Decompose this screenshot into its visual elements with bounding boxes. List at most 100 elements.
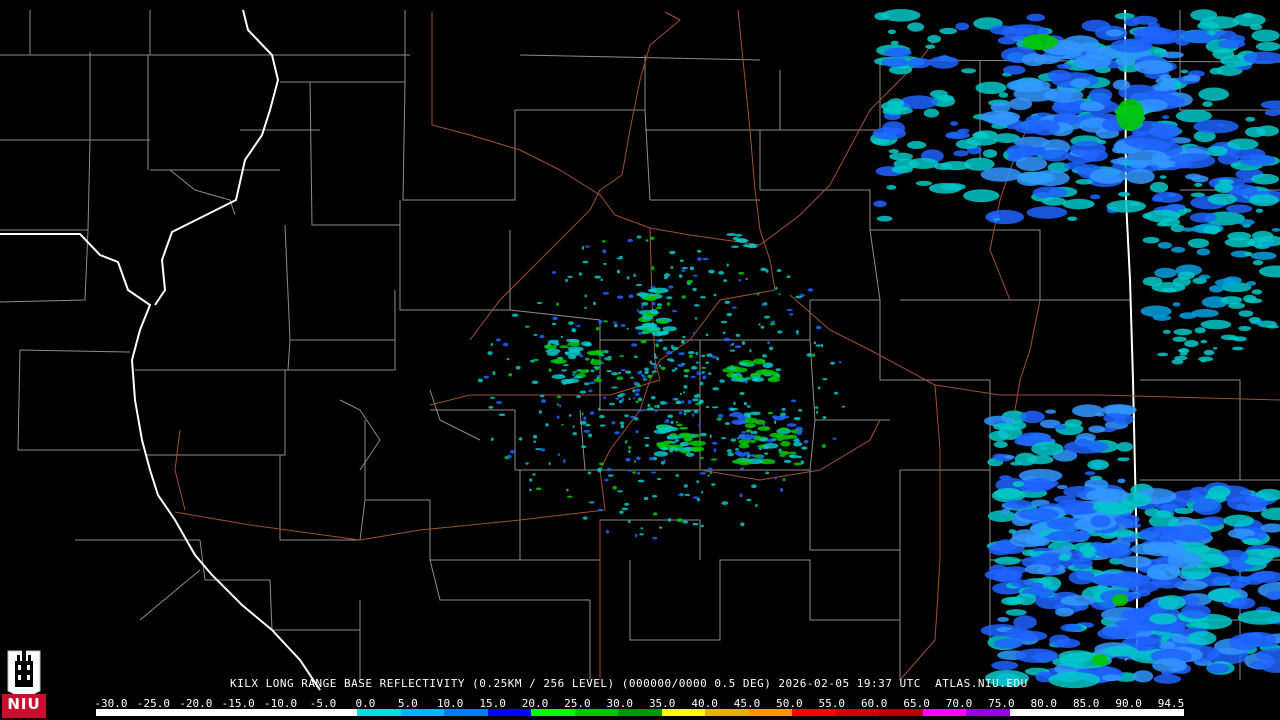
echo-blob bbox=[1063, 161, 1088, 170]
echo-blob bbox=[681, 269, 686, 273]
echo-blob bbox=[993, 638, 1023, 649]
echo-blob bbox=[961, 68, 977, 74]
echo-blob bbox=[705, 406, 710, 409]
echo-blob bbox=[635, 400, 639, 404]
echo-blob bbox=[1227, 138, 1259, 150]
echo-blob bbox=[1185, 173, 1202, 180]
echo-blob bbox=[923, 108, 940, 118]
echo-blob bbox=[649, 236, 655, 240]
echo-blob bbox=[993, 423, 1014, 431]
echo-blob bbox=[1248, 194, 1279, 207]
echo-blob bbox=[1156, 510, 1172, 517]
echo-blob bbox=[740, 522, 745, 527]
echo-blob bbox=[730, 344, 733, 347]
echo-blob bbox=[1056, 484, 1068, 490]
echo-blob bbox=[744, 417, 758, 424]
echo-blob bbox=[699, 296, 706, 299]
echo-blob bbox=[1212, 346, 1218, 350]
echo-blob bbox=[1173, 328, 1193, 336]
echo-blob bbox=[743, 401, 748, 406]
echo-blob bbox=[1090, 475, 1103, 481]
echo-blob bbox=[685, 452, 695, 457]
scale-segment bbox=[835, 709, 880, 716]
scale-segment bbox=[531, 709, 575, 716]
echo-blob bbox=[1192, 277, 1207, 285]
echo-blob bbox=[1132, 28, 1157, 36]
echo-blob bbox=[776, 269, 782, 273]
echo-blob bbox=[708, 269, 715, 274]
echo-blob bbox=[656, 320, 669, 324]
echo-blob bbox=[1001, 566, 1028, 574]
echo-blob bbox=[767, 341, 771, 344]
echo-blob bbox=[953, 150, 969, 157]
echo-blob bbox=[796, 455, 802, 459]
echo-blob bbox=[692, 398, 699, 402]
echo-blob bbox=[693, 409, 699, 414]
echo-blob bbox=[729, 408, 736, 411]
echo-blob bbox=[1191, 309, 1219, 318]
echo-blob bbox=[1015, 146, 1045, 156]
echo-blob bbox=[1013, 615, 1037, 630]
echo-blob bbox=[774, 477, 777, 480]
echo-blob bbox=[594, 275, 602, 279]
echo-blob bbox=[681, 340, 685, 344]
echo-blob bbox=[539, 334, 545, 339]
echo-blob bbox=[756, 292, 760, 296]
echo-blob bbox=[720, 320, 728, 324]
echo-blob bbox=[490, 437, 494, 442]
echo-blob bbox=[764, 452, 769, 455]
echo-blob bbox=[630, 415, 636, 419]
echo-blob bbox=[1255, 208, 1264, 213]
echo-blob bbox=[682, 335, 686, 339]
echo-blob bbox=[789, 313, 794, 316]
echo-blob bbox=[683, 374, 689, 378]
echo-blob bbox=[790, 399, 797, 403]
echo-blob bbox=[638, 331, 642, 335]
echo-blob bbox=[1255, 41, 1280, 52]
echo-blob bbox=[801, 446, 808, 450]
echo-blob bbox=[556, 302, 559, 307]
echo-blob bbox=[584, 294, 588, 298]
echo-blob bbox=[1232, 346, 1244, 351]
echo-blob bbox=[678, 411, 683, 415]
echo-blob bbox=[740, 467, 745, 470]
echo-blob bbox=[675, 474, 680, 477]
echo-blob bbox=[884, 47, 912, 58]
echo-blob bbox=[1235, 567, 1246, 573]
scale-segment bbox=[618, 709, 662, 716]
echo-blob bbox=[1194, 182, 1203, 187]
echo-blob bbox=[1089, 168, 1127, 184]
echo-blob bbox=[581, 412, 584, 416]
echo-blob bbox=[724, 422, 730, 426]
echo-blob bbox=[696, 249, 702, 253]
echo-blob bbox=[562, 364, 570, 367]
echo-blob bbox=[1070, 78, 1090, 89]
echo-blob bbox=[650, 311, 660, 315]
echo-blob bbox=[702, 257, 709, 261]
echo-blob bbox=[1179, 352, 1188, 356]
scale-segment bbox=[1053, 709, 1097, 716]
echo-blob bbox=[588, 352, 596, 356]
scale-segment bbox=[705, 709, 749, 716]
echo-blob bbox=[1202, 101, 1213, 108]
echo-blob bbox=[711, 355, 717, 359]
echo-blob bbox=[582, 516, 588, 520]
echo-blob bbox=[1140, 305, 1172, 317]
echo-blob bbox=[593, 378, 603, 383]
echo-blob bbox=[1250, 173, 1280, 185]
echo-blob bbox=[1250, 660, 1268, 669]
echo-blob bbox=[696, 497, 701, 502]
echo-blob bbox=[675, 400, 682, 405]
echo-blob bbox=[666, 302, 671, 306]
echo-blob bbox=[671, 369, 676, 372]
echo-blob bbox=[1087, 459, 1110, 471]
echo-blob bbox=[508, 372, 512, 377]
echo-blob bbox=[1254, 571, 1276, 581]
echo-blob bbox=[744, 423, 757, 429]
echo-blob bbox=[624, 414, 629, 418]
echo-blob bbox=[1214, 182, 1234, 193]
echo-blob bbox=[907, 157, 939, 169]
echo-blob bbox=[760, 325, 765, 329]
echo-blob bbox=[573, 375, 583, 379]
echo-blob bbox=[662, 326, 677, 332]
